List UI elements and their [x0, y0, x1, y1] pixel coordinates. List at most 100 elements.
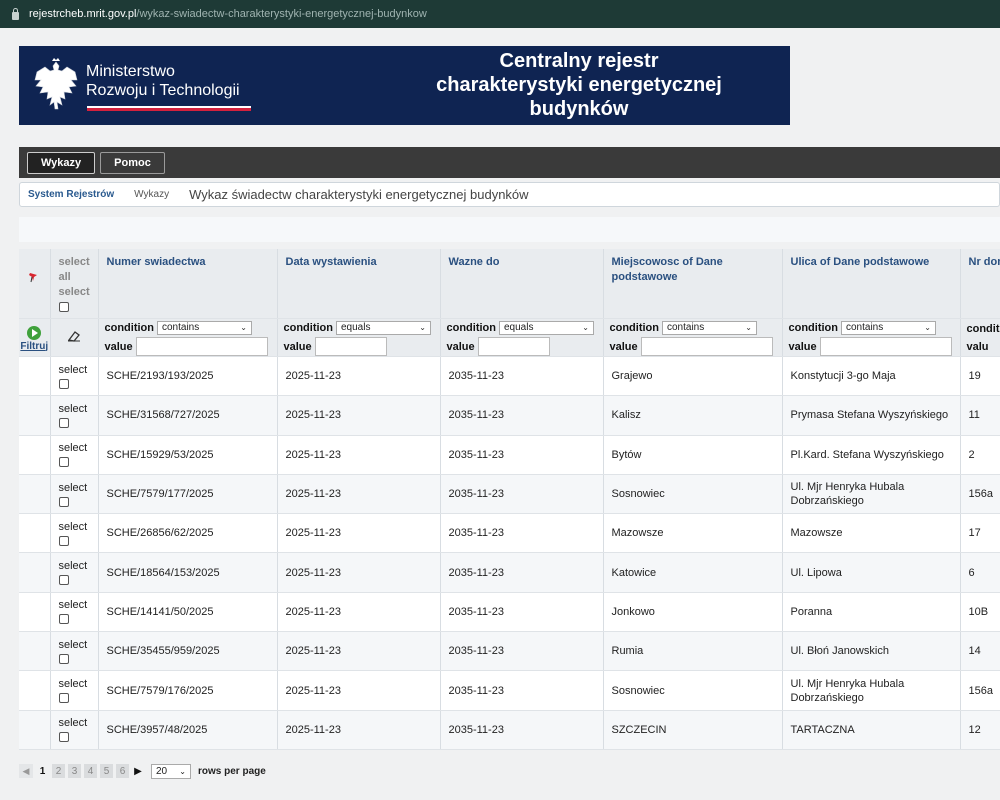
condition-label: condit [966, 322, 1000, 335]
cell-ulica-line1: Ul. Mjr Henryka Hubala [790, 481, 905, 494]
row-select-checkbox[interactable] [58, 496, 69, 507]
cell-ulica: Pl.Kard. Stefana Wyszyńskiego [782, 435, 961, 475]
cell-nr-domu: 17 [960, 513, 1000, 554]
row-pin-cell [19, 395, 51, 436]
cell-nr-domu: 6 [960, 552, 1000, 593]
row-select-checkbox[interactable] [58, 653, 69, 664]
row-select-cell: select [50, 552, 99, 593]
condition-label: condition [283, 322, 334, 334]
condition-select-ulica[interactable]: contains ⌄ [841, 321, 936, 335]
row-select-checkbox[interactable] [58, 614, 69, 625]
table-row: select SCHE/2193/193/2025 2025-11-23 2035-1… [19, 356, 1000, 397]
table-row: select SCHE/14141/50/2025 2025-11-23 2035-1… [19, 592, 1000, 633]
cell-numer[interactable]: SCHE/15929/53/2025 [98, 435, 278, 475]
cell-numer[interactable]: SCHE/7579/176/2025 [98, 670, 278, 711]
row-select-checkbox[interactable] [58, 575, 69, 586]
value-input-miejscowosc[interactable] [640, 337, 773, 356]
page-link[interactable]: 3 [68, 764, 81, 778]
row-pin-cell [19, 631, 51, 672]
column-header-miejscowosc[interactable]: Miejscowosc of Dane podstawowe [603, 249, 783, 319]
row-select-cell: select [50, 670, 99, 711]
breadcrumb-section-link[interactable]: Wykazy [134, 189, 169, 200]
play-icon[interactable] [27, 325, 42, 340]
column-header-data[interactable]: Data wystawienia [277, 249, 441, 319]
condition-label: condition [446, 322, 497, 334]
page-link[interactable]: 6 [116, 764, 129, 778]
column-header-ulica[interactable]: Ulica of Dane podstawowe [782, 249, 961, 319]
condition-select-miejscowosc[interactable]: contains ⌄ [662, 321, 757, 335]
page-link[interactable]: 4 [84, 764, 97, 778]
row-pin-cell [19, 552, 51, 593]
row-select-label: select [58, 599, 88, 612]
rows-per-page-label: rows per page [198, 765, 266, 777]
row-pin-cell [19, 356, 51, 397]
cell-numer[interactable]: SCHE/31568/727/2025 [98, 395, 278, 436]
wykazy-button[interactable]: Wykazy [27, 151, 96, 174]
filter-cell-ulica: condition contains ⌄ value [782, 318, 961, 357]
cell-miejscowosc: Bytów [603, 435, 783, 475]
column-header-numer[interactable]: Numer swiadectwa [98, 249, 278, 319]
chevron-down-icon: ⌄ [745, 323, 752, 332]
cell-ulica: TARTACZNA [782, 710, 961, 750]
cell-numer[interactable]: SCHE/7579/177/2025 [98, 474, 278, 515]
pomoc-button[interactable]: Pomoc [100, 151, 165, 174]
browser-url-bar[interactable]: rejestrcheb.mrit.gov.pl/wykaz-swiadectw-… [0, 0, 1000, 28]
cell-data: 2025-11-23 [277, 710, 441, 750]
page-link[interactable]: 2 [52, 764, 65, 778]
value-input-wazne[interactable] [477, 337, 550, 356]
cell-ulica-line1: Pl.Kard. Stefana Wyszyńskiego [790, 448, 944, 461]
cell-numer[interactable]: SCHE/3957/48/2025 [98, 710, 278, 750]
cell-data: 2025-11-23 [277, 552, 441, 593]
breadcrumb-root-link[interactable]: System Rejestrów [28, 189, 114, 200]
eraser-icon[interactable] [66, 329, 82, 343]
page-link[interactable]: 5 [100, 764, 113, 778]
cell-numer[interactable]: SCHE/2193/193/2025 [98, 356, 278, 397]
cell-nr-domu: 14 [960, 631, 1000, 672]
column-header-wazne[interactable]: Wazne do [440, 249, 604, 319]
page-title: Wykaz świadectw charakterystyki energety… [189, 187, 529, 202]
registry-title-line1: Centralny rejestr [499, 50, 659, 72]
cell-ulica-line1: Konstytucji 3-go Maja [790, 370, 896, 383]
cell-numer[interactable]: SCHE/18564/153/2025 [98, 552, 278, 593]
cell-wazne: 2035-11-23 [440, 474, 604, 515]
row-select-checkbox[interactable] [58, 378, 69, 389]
row-select-label: select [58, 402, 88, 415]
filtruj-link[interactable]: Filtruj [19, 341, 49, 352]
row-select-checkbox[interactable] [58, 535, 69, 546]
table-row: select SCHE/7579/177/2025 2025-11-23 2035-1… [19, 474, 1000, 515]
row-select-cell: select [50, 710, 99, 750]
condition-select-numer[interactable]: contains ⌄ [157, 321, 252, 335]
value-input-ulica[interactable] [819, 337, 952, 356]
value-label: value [788, 340, 817, 353]
cell-numer[interactable]: SCHE/35455/959/2025 [98, 631, 278, 672]
value-input-numer[interactable] [135, 337, 268, 356]
row-select-checkbox[interactable] [58, 732, 69, 743]
cell-ulica: Ul. Błoń Janowskich [782, 631, 961, 672]
condition-select-wazne[interactable]: equals ⌄ [499, 321, 594, 335]
select-all-checkbox[interactable] [58, 302, 69, 312]
cell-numer[interactable]: SCHE/26856/62/2025 [98, 513, 278, 554]
row-select-checkbox[interactable] [58, 417, 69, 428]
column-header-nr-domu[interactable]: Nr dom [960, 249, 1000, 319]
condition-label: condition [104, 322, 155, 334]
table-row: select SCHE/7579/176/2025 2025-11-23 2035-1… [19, 670, 1000, 711]
select-all-header: select all select [50, 249, 99, 319]
pin-icon[interactable] [28, 271, 40, 283]
next-page-icon[interactable]: ▶ [132, 764, 144, 778]
row-select-checkbox[interactable] [58, 457, 69, 468]
condition-select-data[interactable]: equals ⌄ [336, 321, 431, 335]
cell-wazne: 2035-11-23 [440, 552, 604, 593]
row-select-checkbox[interactable] [58, 693, 69, 704]
value-label: value [283, 340, 312, 353]
ministry-name-line1: Ministerstwo [86, 63, 175, 80]
rows-per-page-select[interactable]: 20 ⌄ [151, 763, 191, 779]
table-row: select SCHE/35455/959/2025 2025-11-23 2035-… [19, 631, 1000, 672]
value-input-data[interactable] [314, 337, 387, 356]
previous-page-icon[interactable]: ◀ [19, 764, 33, 778]
cell-ulica-line1: Prymasa Stefana Wyszyńskiego [790, 409, 949, 422]
cell-numer[interactable]: SCHE/14141/50/2025 [98, 592, 278, 633]
cell-wazne: 2035-11-23 [440, 592, 604, 633]
registry-title-line2: charakterystyki energetycznej [436, 74, 722, 96]
row-select-cell: select [50, 513, 99, 554]
cell-nr-domu: 156a [960, 474, 1000, 515]
